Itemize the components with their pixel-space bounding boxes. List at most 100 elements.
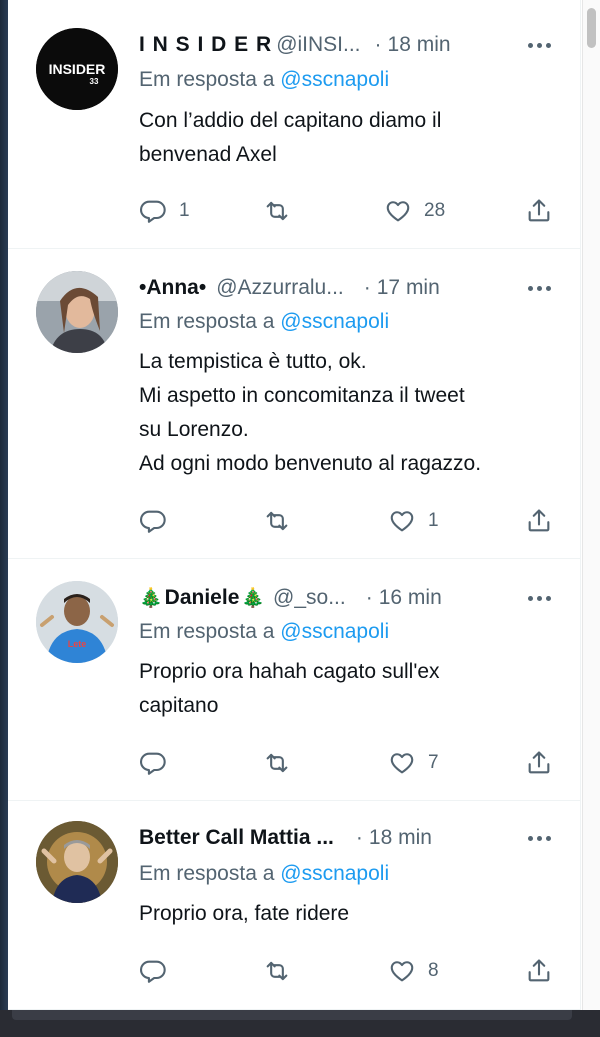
action-bar: 8: [139, 954, 559, 988]
profile-photo-icon: Lete: [36, 581, 118, 663]
action-bar: 1 28: [139, 194, 559, 228]
share-icon: [528, 509, 550, 532]
reply-label: Em resposta a: [139, 310, 275, 333]
like-button[interactable]: 28: [384, 194, 445, 228]
insider-logo-icon: INSIDER 33: [36, 28, 118, 110]
user-handle[interactable]: @iINSI...: [276, 33, 360, 57]
tweet-text-line: Mi aspetto in concomitanza il tweet: [139, 384, 465, 407]
reply-icon: [140, 510, 166, 533]
display-name[interactable]: •Anna•: [139, 276, 206, 300]
taskbar-strip: [0, 1010, 600, 1037]
tweet-text-line: benvenad Axel: [139, 143, 277, 166]
like-button[interactable]: 7: [388, 746, 439, 780]
separator-dot: ·: [363, 276, 371, 299]
separator-dot: ·: [355, 826, 363, 849]
more-icon[interactable]: [524, 581, 554, 615]
retweet-icon: [266, 511, 288, 531]
reply-mention-link[interactable]: @sscnapoli: [280, 68, 389, 91]
tweet-item[interactable]: INSIDER 33 I N S I D E R @iINSI... · 18 …: [8, 0, 580, 249]
retweet-icon: [266, 201, 288, 221]
reply-mention-link[interactable]: @sscnapoli: [280, 310, 389, 333]
like-count: 8: [428, 960, 439, 981]
share-button[interactable]: [525, 194, 553, 228]
display-name[interactable]: I N S I D E R: [139, 33, 272, 57]
reply-context: Em resposta a @sscnapoli: [139, 68, 389, 92]
reply-label: Em resposta a: [139, 862, 275, 885]
more-icon[interactable]: [524, 821, 554, 855]
retweet-icon: [266, 961, 288, 981]
like-icon: [390, 511, 414, 532]
separator-dot: ·: [365, 586, 373, 609]
avatar[interactable]: Lete: [36, 581, 118, 663]
reply-context: Em resposta a @sscnapoli: [139, 310, 389, 334]
retweet-button[interactable]: [263, 746, 291, 780]
reply-button[interactable]: [139, 504, 179, 538]
avatar[interactable]: INSIDER 33: [36, 28, 118, 110]
tweet-text: Proprio ora, fate ridere: [139, 897, 559, 931]
reply-button[interactable]: [139, 954, 179, 988]
display-name[interactable]: Better Call Mattia ...: [139, 826, 334, 850]
tweet-item[interactable]: Better Call Mattia ... · 18 min Em respo…: [8, 801, 580, 1010]
separator-dot: ·: [374, 33, 382, 56]
window-edge: [0, 0, 8, 1037]
browser-viewport: INSIDER 33 I N S I D E R @iINSI... · 18 …: [0, 0, 600, 1037]
tweet-item[interactable]: •Anna• @Azzurralu... · 17 min Em respost…: [8, 249, 580, 559]
tweet-header: I N S I D E R @iINSI... · 18 min: [139, 28, 559, 62]
tweet-text-line: Proprio ora hahah cagato sull'ex: [139, 660, 440, 683]
action-bar: 7: [139, 746, 559, 780]
tweet-text-line: La tempistica è tutto, ok.: [139, 350, 367, 373]
more-icon[interactable]: [524, 28, 554, 62]
reply-button[interactable]: 1: [139, 194, 190, 228]
christmas-tree-icon: 🎄: [139, 588, 163, 609]
reply-mention-link[interactable]: @sscnapoli: [280, 862, 389, 885]
share-icon: [528, 959, 550, 982]
retweet-button[interactable]: [263, 954, 291, 988]
share-button[interactable]: [525, 746, 553, 780]
like-count: 28: [424, 200, 446, 221]
avatar[interactable]: [36, 271, 118, 353]
tweet-text: Con l’addio del capitano diamo il benven…: [139, 104, 559, 172]
more-icon[interactable]: [524, 271, 554, 305]
reply-mention-link[interactable]: @sscnapoli: [280, 620, 389, 643]
tweet-text-line: Proprio ora, fate ridere: [139, 902, 350, 925]
like-button[interactable]: 8: [388, 954, 439, 988]
christmas-tree-icon: 🎄: [241, 588, 266, 609]
retweet-button[interactable]: [263, 194, 291, 228]
like-count: 1: [428, 510, 439, 531]
like-icon: [386, 201, 410, 222]
reply-label: Em resposta a: [139, 620, 275, 643]
tweet-item[interactable]: Lete 🎄 Daniele 🎄 @_so... · 16 min Em res…: [8, 559, 580, 801]
tweet-text-line: su Lorenzo.: [139, 418, 249, 441]
user-handle[interactable]: @Azzurralu...: [216, 276, 344, 300]
display-name[interactable]: Daniele: [165, 586, 240, 610]
vertical-scrollbar[interactable]: [582, 0, 600, 1010]
timestamp[interactable]: 18 min: [369, 826, 432, 850]
reply-context: Em resposta a @sscnapoli: [139, 862, 389, 886]
like-count: 7: [428, 752, 439, 773]
share-icon: [528, 199, 550, 222]
reply-context: Em resposta a @sscnapoli: [139, 620, 389, 644]
like-button[interactable]: 1: [388, 504, 439, 538]
tweet-text-line: capitano: [139, 694, 219, 717]
svg-text:Lete: Lete: [68, 639, 87, 649]
retweet-button[interactable]: [263, 504, 291, 538]
timestamp[interactable]: 18 min: [388, 33, 451, 57]
avatar[interactable]: [36, 821, 118, 903]
svg-text:INSIDER: INSIDER: [49, 61, 106, 77]
profile-photo-icon: [36, 271, 118, 353]
share-button[interactable]: [525, 954, 553, 988]
reply-icon: [140, 200, 166, 223]
reply-button[interactable]: [139, 746, 179, 780]
timestamp[interactable]: 16 min: [379, 586, 442, 610]
user-handle[interactable]: @_so...: [273, 586, 346, 610]
timestamp[interactable]: 17 min: [377, 276, 440, 300]
tweet-text: Proprio ora hahah cagato sull'ex capitan…: [139, 655, 559, 723]
share-button[interactable]: [525, 504, 553, 538]
retweet-icon: [266, 753, 288, 773]
tweet-header: 🎄 Daniele 🎄 @_so... · 16 min: [139, 581, 559, 615]
reply-icon: [140, 752, 166, 775]
reply-icon: [140, 960, 166, 983]
scrollbar-thumb[interactable]: [587, 8, 596, 48]
svg-text:33: 33: [90, 77, 99, 86]
reply-label: Em resposta a: [139, 68, 275, 91]
